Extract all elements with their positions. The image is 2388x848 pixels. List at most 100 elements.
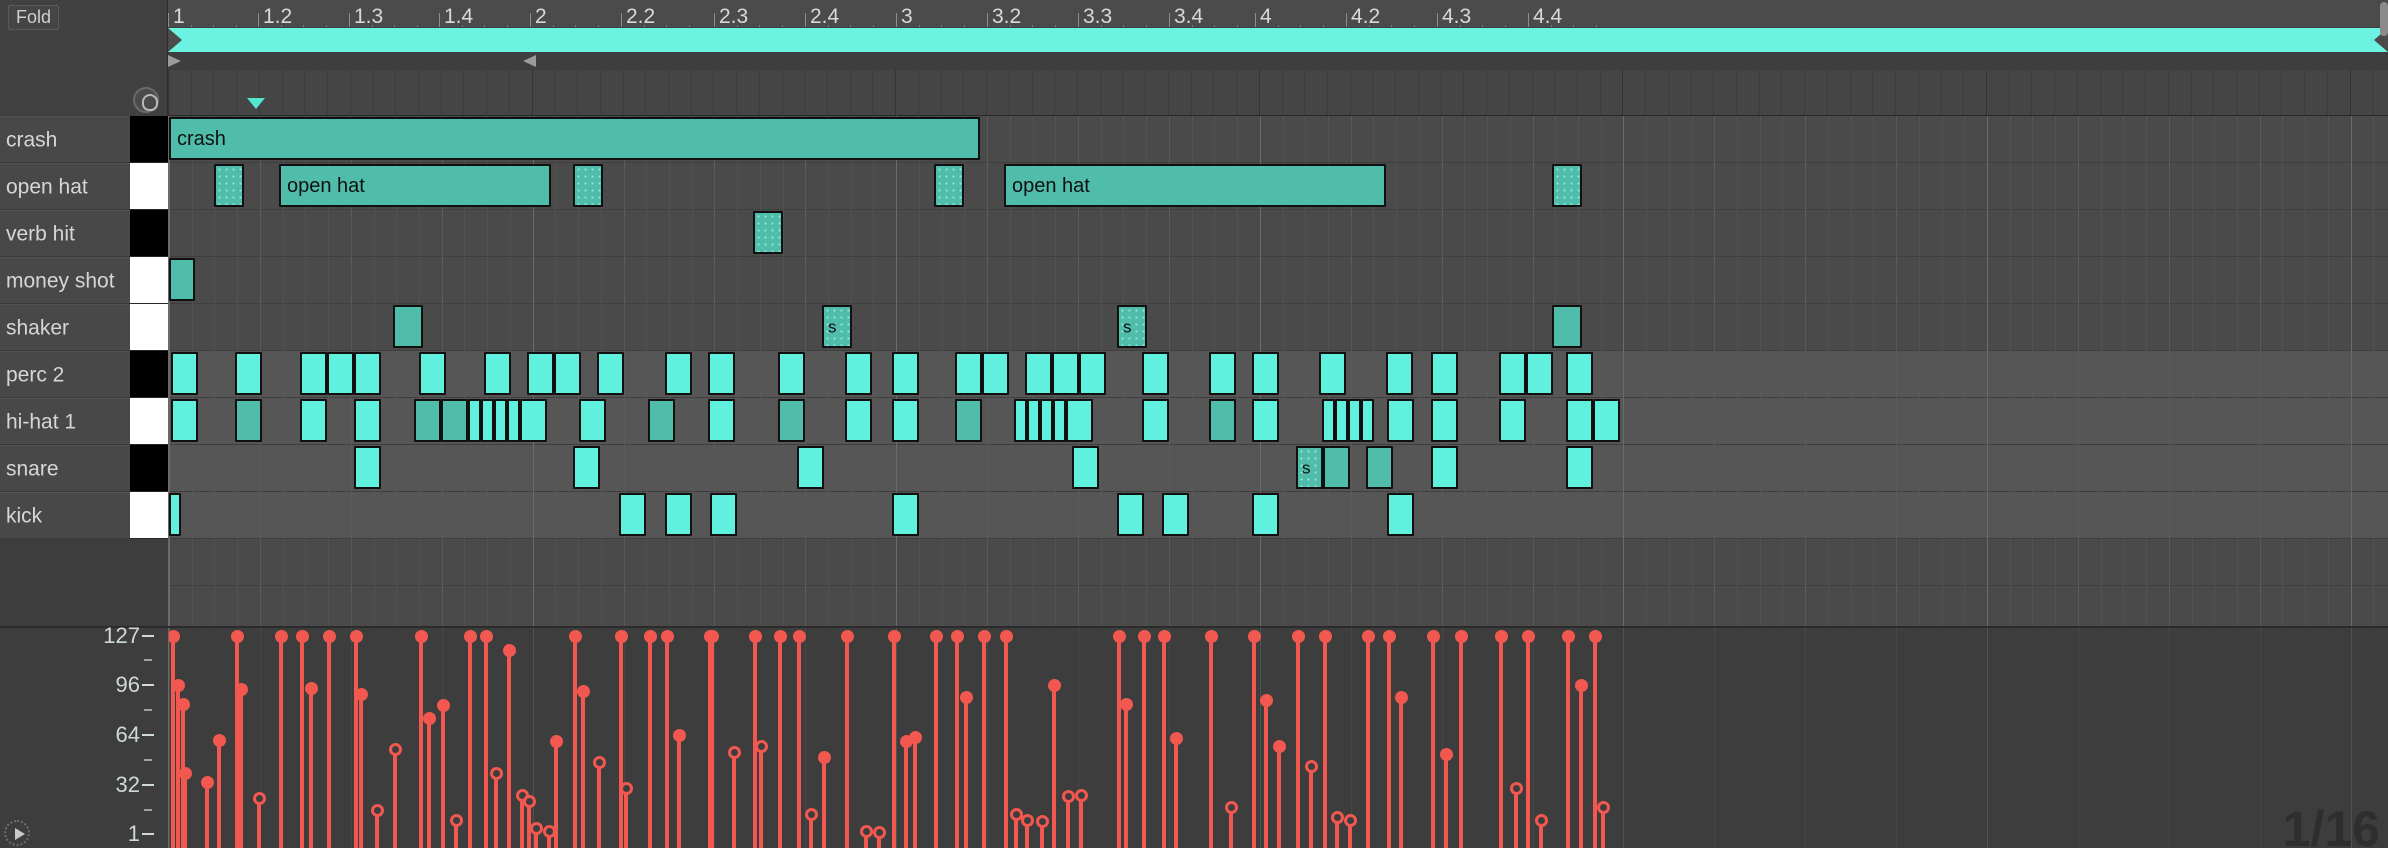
- midi-note[interactable]: [1142, 399, 1169, 442]
- velocity-stem[interactable]: [778, 636, 782, 848]
- midi-note[interactable]: [507, 399, 520, 442]
- midi-note[interactable]: [1348, 399, 1361, 442]
- velocity-handle[interactable]: [322, 630, 336, 643]
- midi-note[interactable]: [1552, 305, 1582, 348]
- velocity-stem[interactable]: [1387, 636, 1391, 848]
- velocity-stem[interactable]: [1366, 636, 1370, 848]
- velocity-handle[interactable]: [908, 730, 922, 744]
- piano-key-crash[interactable]: [130, 116, 168, 163]
- track-name-hi-hat-1[interactable]: hi-hat 1: [0, 398, 130, 445]
- midi-note[interactable]: [1252, 399, 1279, 442]
- midi-note[interactable]: [1066, 399, 1093, 442]
- velocity-handle[interactable]: [1112, 630, 1126, 643]
- midi-note[interactable]: [481, 399, 494, 442]
- velocity-handle[interactable]: [1574, 678, 1588, 692]
- velocity-handle[interactable]: [1272, 740, 1286, 753]
- midi-note[interactable]: [354, 399, 381, 442]
- velocity-stem[interactable]: [1209, 636, 1213, 848]
- piano-key-snare[interactable]: [130, 445, 168, 492]
- velocity-stem[interactable]: [904, 741, 908, 848]
- midi-note[interactable]: [527, 352, 554, 395]
- velocity-handle[interactable]: [1204, 630, 1218, 643]
- midi-note[interactable]: [1209, 399, 1236, 442]
- velocity-handle[interactable]: [643, 630, 657, 643]
- midi-note[interactable]: [708, 399, 735, 442]
- midi-note[interactable]: [778, 352, 805, 395]
- velocity-handle[interactable]: [200, 776, 214, 790]
- velocity-handle[interactable]: [1169, 732, 1183, 746]
- midi-note[interactable]: [554, 352, 581, 395]
- midi-note[interactable]: [1431, 352, 1458, 395]
- velocity-stem[interactable]: [354, 636, 358, 848]
- velocity-handle[interactable]: [773, 630, 787, 643]
- velocity-stem[interactable]: [1264, 700, 1268, 848]
- velocity-handle[interactable]: [748, 630, 762, 643]
- midi-note[interactable]: [1593, 399, 1620, 442]
- midi-note[interactable]: [892, 399, 919, 442]
- midi-note[interactable]: [753, 211, 783, 254]
- velocity-handle[interactable]: [1074, 788, 1088, 802]
- velocity-handle[interactable]: [660, 630, 674, 643]
- velocity-handle[interactable]: [568, 630, 582, 643]
- velocity-handle[interactable]: [804, 807, 818, 821]
- midi-note[interactable]: [441, 399, 468, 442]
- velocity-stem[interactable]: [797, 636, 801, 848]
- velocity-stem[interactable]: [1066, 796, 1070, 848]
- velocity-stem[interactable]: [1174, 738, 1178, 848]
- midi-note[interactable]: [300, 352, 327, 395]
- velocity-handle[interactable]: [959, 691, 973, 705]
- velocity-stem[interactable]: [892, 636, 896, 848]
- velocity-handle[interactable]: [1035, 815, 1049, 829]
- velocity-stem[interactable]: [393, 749, 397, 848]
- midi-note[interactable]: [484, 352, 511, 395]
- midi-note[interactable]: [1142, 352, 1169, 395]
- velocity-handle[interactable]: [1291, 630, 1305, 643]
- velocity-handle[interactable]: [1247, 630, 1261, 643]
- velocity-handle[interactable]: [950, 630, 964, 643]
- midi-note[interactable]: [665, 493, 692, 536]
- velocity-handle[interactable]: [171, 678, 185, 692]
- velocity-stem[interactable]: [441, 705, 445, 848]
- velocity-stem[interactable]: [1309, 766, 1313, 848]
- velocity-stem[interactable]: [1514, 788, 1518, 848]
- midi-note[interactable]: [1431, 446, 1458, 489]
- track-name-open-hat[interactable]: open hat: [0, 163, 130, 210]
- velocity-stem[interactable]: [427, 717, 431, 848]
- velocity-stem[interactable]: [1117, 636, 1121, 848]
- midi-note[interactable]: [1052, 352, 1079, 395]
- velocity-stem[interactable]: [845, 636, 849, 848]
- velocity-handle[interactable]: [178, 766, 192, 780]
- velocity-handle[interactable]: [929, 630, 943, 643]
- midi-note[interactable]: s: [822, 305, 852, 348]
- midi-note[interactable]: [1361, 399, 1374, 442]
- velocity-stem[interactable]: [494, 772, 498, 848]
- piano-key-perc-2[interactable]: [130, 351, 168, 398]
- velocity-handle[interactable]: [234, 683, 248, 697]
- velocity-stem[interactable]: [1323, 636, 1327, 848]
- midi-note[interactable]: s: [1296, 446, 1323, 489]
- velocity-stem[interactable]: [1566, 636, 1570, 848]
- loop-end-marker[interactable]: [523, 55, 536, 67]
- track-name-verb-hit[interactable]: verb hit: [0, 210, 130, 257]
- midi-note[interactable]: [619, 493, 646, 536]
- velocity-handle[interactable]: [1259, 694, 1273, 708]
- velocity-stem[interactable]: [1142, 636, 1146, 848]
- velocity-handle[interactable]: [479, 630, 493, 643]
- velocity-stem[interactable]: [1431, 636, 1435, 848]
- key-column[interactable]: [130, 116, 168, 539]
- midi-note[interactable]: [573, 164, 603, 207]
- midi-note[interactable]: open hat: [1004, 164, 1386, 207]
- velocity-stem[interactable]: [419, 636, 423, 848]
- velocity-handle[interactable]: [614, 630, 628, 643]
- midi-note[interactable]: [1387, 399, 1414, 442]
- velocity-handle[interactable]: [354, 688, 368, 702]
- velocity-handle[interactable]: [576, 685, 590, 698]
- velocity-stem[interactable]: [359, 694, 363, 848]
- track-name-perc-2[interactable]: perc 2: [0, 351, 130, 398]
- midi-note[interactable]: [648, 399, 675, 442]
- midi-note[interactable]: [1566, 352, 1593, 395]
- midi-note[interactable]: [169, 258, 195, 301]
- track-name-kick[interactable]: kick: [0, 492, 130, 539]
- midi-note[interactable]: [1386, 352, 1413, 395]
- velocity-stem[interactable]: [665, 636, 669, 848]
